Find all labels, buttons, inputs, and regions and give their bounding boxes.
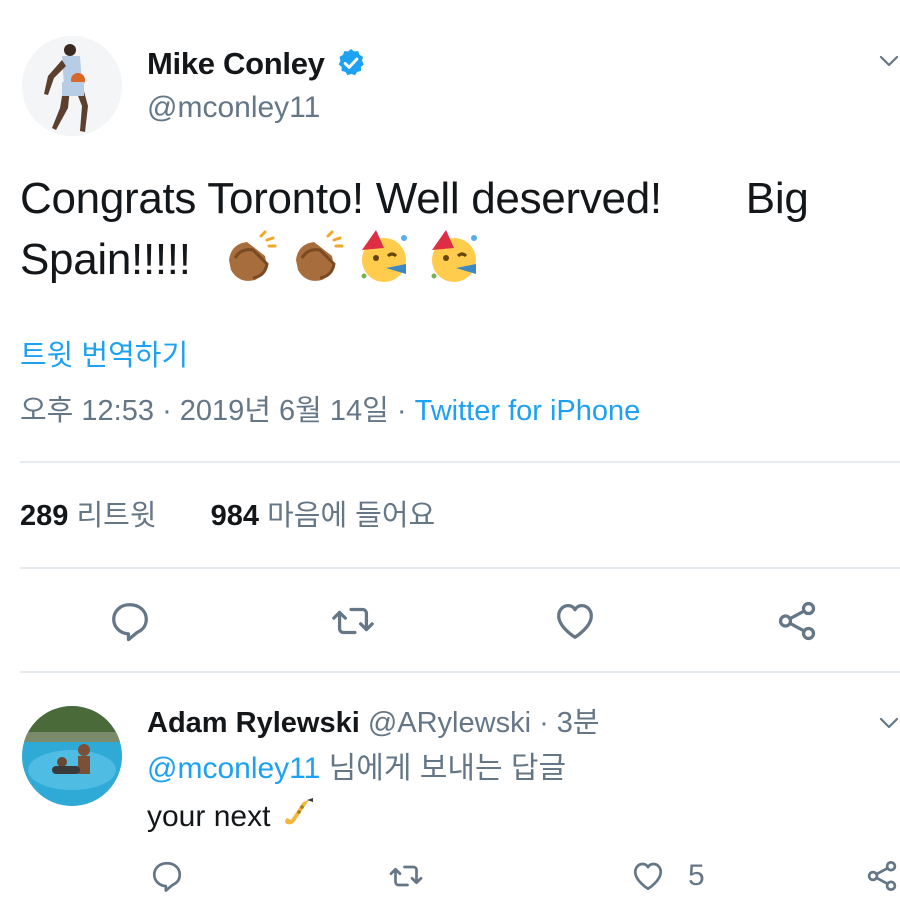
reply-avatar[interactable] [22, 706, 122, 806]
tweet-stats: 289 리트윗 984 마음에 들어요 [20, 497, 435, 535]
reply-avatar-image [22, 706, 122, 806]
separator-dot: · [539, 707, 557, 739]
partying-face-icon [361, 230, 408, 282]
separator-dot: · [162, 395, 180, 427]
reply-header: Adam Rylewski @ARylewski · 3분 [147, 704, 600, 742]
reply-author-handle[interactable]: @ARylewski [368, 707, 531, 739]
translate-tweet-link[interactable]: 트윗 번역하기 [20, 337, 188, 375]
like-label: 마음에 들어요 [267, 500, 436, 532]
verified-badge-icon [338, 49, 364, 76]
divider [20, 461, 900, 463]
clapping-hands-icon [296, 230, 344, 281]
avatar[interactable] [22, 36, 122, 136]
author-name[interactable]: Mike Conley [147, 44, 367, 84]
saxophone-icon [284, 798, 313, 825]
retweet-count: 289 [20, 500, 69, 532]
reply-text: your next [147, 796, 317, 836]
tweet-date: 2019년 6월 14일 [179, 395, 389, 427]
tweet-text-big: Big [745, 174, 809, 223]
reply-icon[interactable] [149, 858, 185, 894]
tweet-source-link[interactable]: Twitter for iPhone [415, 395, 641, 427]
retweet-label: 리트윗 [76, 500, 157, 532]
retweet-stat[interactable]: 289 리트윗 [20, 500, 157, 532]
reply-like-count: 5 [688, 859, 705, 892]
reply-author-name[interactable]: Adam Rylewski [147, 707, 360, 739]
chevron-down-icon[interactable] [878, 712, 900, 734]
tweet-text-line1: Congrats Toronto! Well deserved! [20, 174, 662, 223]
tweet-meta: 오후 12:53 · 2019년 6월 14일 · Twitter for iP… [20, 392, 640, 430]
divider [20, 567, 900, 569]
retweet-icon[interactable] [388, 858, 424, 894]
player-avatar-image [22, 36, 122, 136]
reply-mention-link[interactable]: @mconley11 [147, 752, 320, 785]
tweet-text: Congrats Toronto! Well deserved! Big Spai… [20, 170, 890, 289]
reply-to-suffix: 님에게 보내는 답글 [328, 752, 567, 785]
author-name-text[interactable]: Mike Conley [147, 46, 325, 81]
tweet-text-line2: Spain!!!!! [20, 235, 191, 284]
reply-time: 3분 [556, 707, 600, 739]
divider [20, 671, 900, 673]
like-stat[interactable]: 984 마음에 들어요 [211, 500, 436, 532]
reply-icon[interactable] [107, 598, 153, 644]
share-icon[interactable] [864, 858, 900, 894]
like-count: 984 [210, 500, 260, 532]
clapping-hands-icon [228, 230, 277, 281]
separator-dot: · [396, 395, 415, 427]
reply-to: @mconley11 님에게 보내는 답글 [147, 750, 566, 788]
chevron-down-icon[interactable] [878, 50, 900, 72]
share-icon[interactable] [774, 598, 820, 644]
reply-text-content: your next [147, 800, 271, 833]
author-handle[interactable]: @mconley11 [147, 88, 320, 128]
retweet-icon[interactable] [330, 598, 376, 644]
tweet-time: 오후 12:53 [20, 395, 154, 427]
heart-icon[interactable] [630, 858, 666, 894]
partying-face-icon [431, 230, 478, 282]
heart-icon[interactable] [552, 598, 598, 644]
